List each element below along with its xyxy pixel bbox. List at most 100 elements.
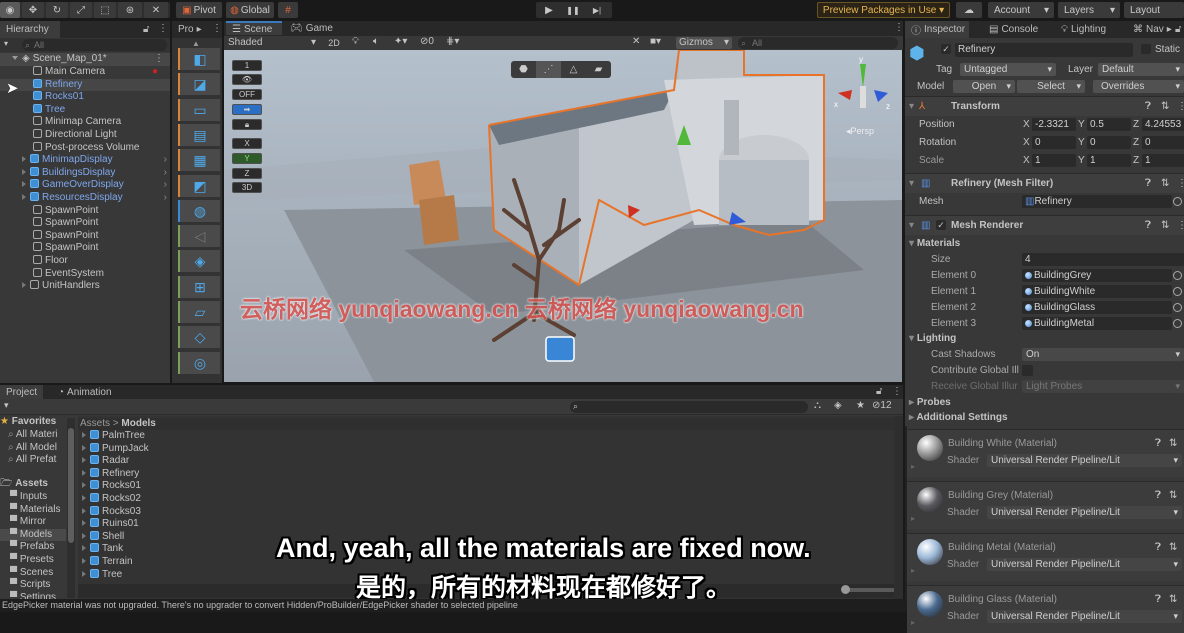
pause-button[interactable]: ❚❚ <box>562 2 584 18</box>
select-button[interactable]: Select <box>1017 80 1085 93</box>
tab-lighting[interactable]: 💡︎ Lighting <box>1055 21 1112 38</box>
grid-snap-button[interactable]: # <box>278 2 298 18</box>
object-mode-icon[interactable]: ⬣ <box>511 61 536 78</box>
asset-item[interactable]: Tree <box>82 568 122 582</box>
material-element-field[interactable]: BuildingMetal <box>1022 317 1172 330</box>
open-prefab-icon[interactable]: › <box>164 154 167 167</box>
probuilder-tool-smoothing[interactable]: ◩ <box>178 174 220 197</box>
lighting-foldout[interactable]: ▾ Lighting <box>909 332 956 345</box>
transform-tool-button[interactable]: ⊛ <box>118 2 142 18</box>
object-picker-icon[interactable] <box>1173 319 1182 328</box>
vertex-mode-icon[interactable]: ⋰ <box>536 61 561 78</box>
open-prefab-icon[interactable]: › <box>164 179 167 192</box>
folder-item[interactable]: ▀ Inputs <box>0 491 66 504</box>
tab-hierarchy[interactable]: Hierarchy <box>0 21 60 38</box>
camera-dropdown[interactable]: ■▾ <box>650 36 661 47</box>
z-axis-toggle[interactable]: Z <box>232 168 262 179</box>
tag-dropdown[interactable]: Untagged <box>960 63 1056 76</box>
probuilder-tool-flip[interactable]: ▱ <box>178 301 220 323</box>
handle-toggle[interactable]: OFF <box>232 89 262 100</box>
hierarchy-item[interactable]: Directional Light <box>0 129 170 142</box>
x-axis-toggle[interactable]: X <box>232 138 262 149</box>
transform-header[interactable]: ▾ ⅄ Transform ❓︎ ⇅ ⋮ <box>905 96 1184 116</box>
move-tool-button[interactable]: ✥ <box>22 2 44 18</box>
mesh-renderer-header[interactable]: ▾ ▥ ✓ Mesh Renderer ❓︎ ⇅ ⋮ <box>905 215 1184 235</box>
expand-arrow-icon[interactable] <box>82 444 86 451</box>
presets-icon[interactable]: ⇅ <box>1161 219 1169 232</box>
hierarchy-item[interactable]: SpawnPoint <box>0 242 170 255</box>
object-picker-icon[interactable] <box>1173 303 1182 312</box>
probuilder-tool-mirror[interactable]: ◁ <box>178 225 220 248</box>
tab-nav[interactable]: ⌘ Nav ▸ <box>1127 21 1178 38</box>
hierarchy-item[interactable]: Main Camera ● <box>0 66 170 79</box>
expand-arrow-icon[interactable] <box>82 507 86 514</box>
play-button[interactable]: ▶ <box>538 2 560 18</box>
favorites-star-icon[interactable]: ★ <box>856 400 865 411</box>
more-options-icon[interactable]: ⋮ <box>1177 100 1184 113</box>
help-icon[interactable]: ❓︎ <box>1145 100 1151 113</box>
probuilder-tool-new-shape[interactable]: ◧ <box>178 48 220 70</box>
asset-item[interactable]: Tank <box>82 543 123 556</box>
probuilder-tool-uv-editor[interactable]: ▭ <box>178 98 220 121</box>
help-icon[interactable]: ❓︎ <box>1155 489 1161 502</box>
active-checkbox[interactable]: ✓ <box>941 44 951 54</box>
probuilder-tool-new-poly-shape[interactable]: ◪ <box>178 73 220 96</box>
folder-item[interactable]: ▀ Presets <box>0 554 66 567</box>
lock-icon[interactable]: 🔓︎ <box>143 24 149 35</box>
rotation-y-field[interactable]: 0 <box>1087 136 1131 149</box>
open-prefab-icon[interactable]: › <box>164 167 167 180</box>
probuilder-tool-materials[interactable]: ▤ <box>178 123 220 146</box>
cast-shadows-dropdown[interactable]: On <box>1022 348 1184 361</box>
gizmo-x-cone[interactable] <box>838 90 852 100</box>
folder-item[interactable]: ▀ Materials <box>0 504 66 517</box>
layer-dropdown[interactable]: Default <box>1098 63 1184 76</box>
create-dropdown[interactable]: ▾ <box>4 400 9 411</box>
y-axis-toggle[interactable]: Y <box>232 153 262 164</box>
x-axis-label[interactable]: X <box>1023 154 1030 167</box>
folder-item[interactable]: ▀ Models <box>0 528 66 542</box>
global-toggle[interactable]: ◍ Global <box>226 2 274 18</box>
scroll-up-icon[interactable]: ▲ <box>192 39 200 48</box>
probuilder-tool-lightmap-uvs[interactable]: ◍ <box>178 199 220 222</box>
hidden-packages-toggle[interactable]: ⊘12 <box>872 400 892 411</box>
view-tool-button[interactable]: ◉ <box>0 2 20 18</box>
tab-probuilder[interactable]: Pro ▸ <box>172 21 206 38</box>
hierarchy-item[interactable]: Post-process Volume <box>0 141 170 155</box>
direction-toggle[interactable]: ➡ <box>232 104 262 115</box>
tools-icon[interactable]: ✕ <box>632 36 640 47</box>
hierarchy-item[interactable]: Floor <box>0 255 170 268</box>
position-x-field[interactable]: -2.3321 <box>1032 118 1076 131</box>
hierarchy-item[interactable]: UnitHandlers <box>0 280 170 293</box>
asset-item[interactable]: Radar <box>82 455 129 468</box>
folder-item[interactable]: ▀ Settings <box>0 592 66 599</box>
breadcrumb-models[interactable]: Models <box>121 418 155 429</box>
open-prefab-icon[interactable]: › <box>164 192 167 205</box>
search-by-label-icon[interactable]: ◈ <box>834 400 842 411</box>
camera-gizmo-icon[interactable] <box>545 336 575 362</box>
z-axis-label[interactable]: Z <box>1133 136 1139 149</box>
gizmo-y-cone[interactable] <box>860 64 866 88</box>
audio-toggle-icon[interactable]: 🔈︎ <box>373 36 379 47</box>
expand-arrow-icon[interactable] <box>82 570 86 577</box>
probuilder-tool-merge[interactable]: ◈ <box>178 250 220 273</box>
hierarchy-search-input[interactable]: ⌕ All <box>22 39 167 51</box>
lock-icon[interactable]: 🔓︎ <box>876 386 882 397</box>
projection-label[interactable]: ◂Persp <box>846 126 874 137</box>
hierarchy-item[interactable]: SpawnPoint <box>0 229 170 243</box>
asset-item[interactable]: Terrain <box>82 556 133 569</box>
asset-item[interactable]: Rocks03 <box>82 505 141 519</box>
rect-tool-button[interactable]: ⬚ <box>94 2 116 18</box>
effects-toggle-icon[interactable]: ✦▾ <box>394 36 407 47</box>
tab-game[interactable]: 🎮︎ Game <box>284 21 339 35</box>
expand-arrow-icon[interactable] <box>82 545 86 552</box>
pivot-toggle[interactable]: ▣ Pivot <box>176 2 222 18</box>
expand-arrow-icon[interactable] <box>82 495 86 501</box>
hierarchy-item[interactable]: BuildingsDisplay › <box>0 166 170 180</box>
icon-size-slider[interactable] <box>841 585 895 594</box>
probuilder-tool-uv2[interactable]: ⊞ <box>178 275 220 298</box>
object-picker-icon[interactable] <box>1173 287 1182 296</box>
material-block[interactable]: Building Grey (Material) Shader Universal … <box>907 481 1184 529</box>
contribute-gi-checkbox[interactable] <box>1022 365 1033 376</box>
shader-dropdown[interactable]: Universal Render Pipeline/Lit <box>987 558 1182 571</box>
tab-console[interactable]: ▤ Console <box>983 21 1044 38</box>
